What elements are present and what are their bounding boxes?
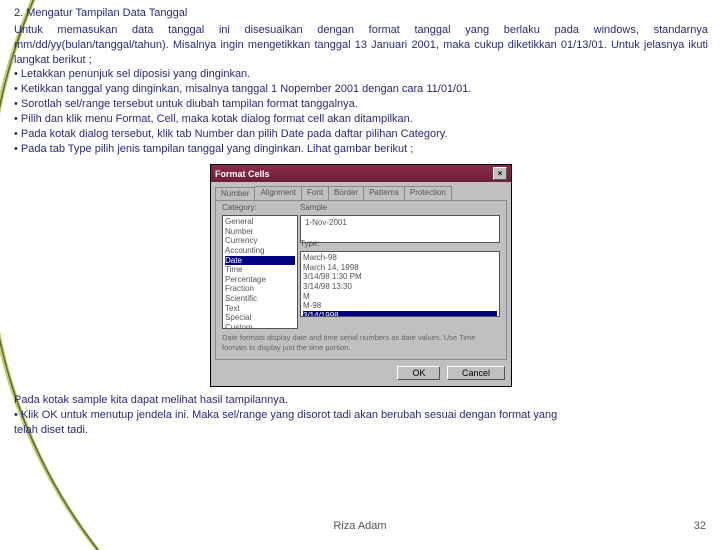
cat-fraction[interactable]: Fraction <box>225 284 295 294</box>
cat-scientific[interactable]: Scientific <box>225 294 295 304</box>
tab-alignment[interactable]: Alignment <box>254 186 302 200</box>
category-label: Category: <box>222 203 257 214</box>
tab-font[interactable]: Font <box>301 186 329 200</box>
format-hint: Date formats display date and time seria… <box>222 333 500 353</box>
tab-number[interactable]: Number <box>215 187 255 201</box>
tab-border[interactable]: Border <box>328 186 364 200</box>
after-2: • Klik OK untuk menutup jendela ini. Mak… <box>14 408 708 423</box>
cat-special[interactable]: Special <box>225 313 295 323</box>
type-item[interactable]: 3/14/1998 <box>303 311 497 317</box>
footer-page-number: 32 <box>694 520 706 532</box>
ok-button[interactable]: OK <box>397 366 440 380</box>
type-item[interactable]: March-98 <box>303 253 497 263</box>
bullet-4: • Pilih dan klik menu Format, Cell, maka… <box>14 112 708 127</box>
bullet-2: • Ketikkan tanggal yang dinginkan, misal… <box>14 82 708 97</box>
after-1: Pada kotak sample kita dapat melihat has… <box>14 393 708 408</box>
cancel-button[interactable]: Cancel <box>447 366 505 380</box>
sample-box: 1-Nov-2001 <box>300 215 500 243</box>
type-item[interactable]: March 14, 1998 <box>303 263 497 273</box>
section-heading: 2. Mengatur Tampilan Data Tanggal <box>14 6 708 21</box>
cat-custom[interactable]: Custom <box>225 323 295 329</box>
sample-label: Sample <box>300 203 327 214</box>
type-item[interactable]: 3/14/98 1:30 PM <box>303 272 497 282</box>
bullet-3: • Sorotlah sel/range tersebut untuk diub… <box>14 97 708 112</box>
category-listbox[interactable]: General Number Currency Accounting Date … <box>222 215 298 329</box>
bullet-1: • Letakkan penunjuk sel diposisi yang di… <box>14 67 708 82</box>
dialog-panel: Category: General Number Currency Accoun… <box>215 200 507 360</box>
intro-paragraph: Untuk memasukan data tanggal ini disesua… <box>14 23 708 68</box>
dialog-titlebar: Format Cells × <box>211 165 511 182</box>
tab-protection[interactable]: Protection <box>404 186 452 200</box>
dialog-tabs: Number Alignment Font Border Patterns Pr… <box>211 182 511 200</box>
type-listbox[interactable]: March-98 March 14, 1998 3/14/98 1:30 PM … <box>300 251 500 317</box>
footer-author: Riza Adam <box>0 520 720 532</box>
after-3: telah diset tadi. <box>14 423 708 438</box>
body-text: 2. Mengatur Tampilan Data Tanggal Untuk … <box>0 0 720 438</box>
cat-accounting[interactable]: Accounting <box>225 246 295 256</box>
type-label: Type: <box>300 239 320 250</box>
close-icon[interactable]: × <box>493 167 507 180</box>
cat-number[interactable]: Number <box>225 227 295 237</box>
cat-percentage[interactable]: Percentage <box>225 275 295 285</box>
dialog-title: Format Cells <box>215 168 270 180</box>
tab-patterns[interactable]: Patterns <box>363 186 405 200</box>
type-item[interactable]: 3/14/98 13:30 <box>303 282 497 292</box>
bullet-5: • Pada kotak dialog tersebut, klik tab N… <box>14 127 708 142</box>
cat-time[interactable]: Time <box>225 265 295 275</box>
format-cells-dialog: Format Cells × Number Alignment Font Bor… <box>210 164 512 387</box>
cat-date[interactable]: Date <box>225 256 295 266</box>
cat-currency[interactable]: Currency <box>225 236 295 246</box>
type-item[interactable]: M <box>303 292 497 302</box>
cat-general[interactable]: General <box>225 217 295 227</box>
type-item[interactable]: M-98 <box>303 301 497 311</box>
cat-text[interactable]: Text <box>225 304 295 314</box>
bullet-6: • Pada tab Type pilih jenis tampilan tan… <box>14 142 708 157</box>
